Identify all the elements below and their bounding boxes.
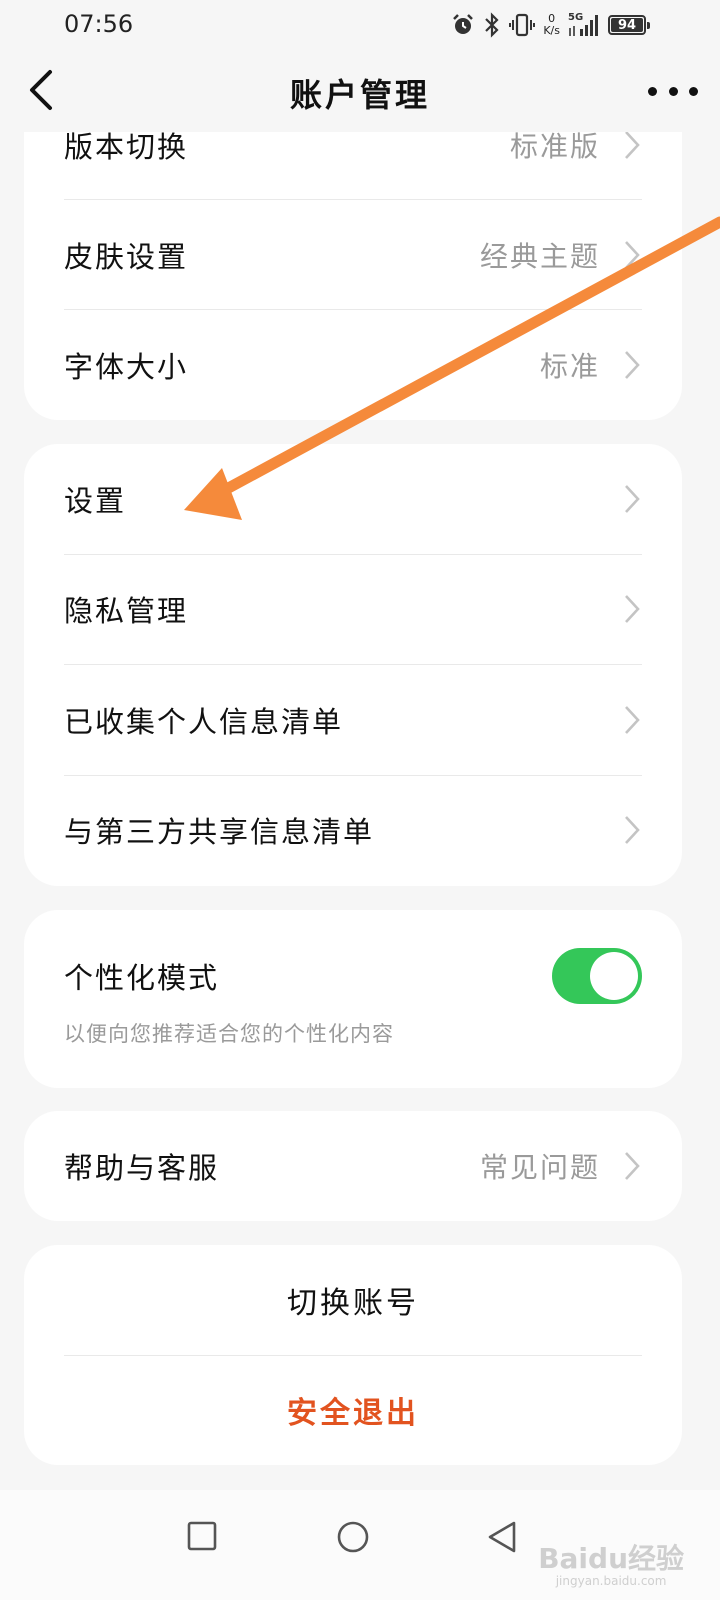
vibrate-icon <box>509 13 536 37</box>
chevron-right-icon <box>625 131 640 159</box>
skin-settings-value: 经典主题 <box>479 240 600 273</box>
status-time: 07:56 <box>64 10 134 38</box>
skin-settings-row[interactable]: 皮肤设置 经典主题 <box>64 200 642 310</box>
switch-account-button[interactable]: 切换账号 <box>64 1245 642 1355</box>
chevron-right-icon <box>625 706 640 734</box>
header: 账户管理 <box>0 50 720 132</box>
chevron-right-icon <box>625 595 640 623</box>
chevron-right-icon <box>625 351 640 379</box>
toggle-knob <box>590 952 638 1000</box>
personalization-description: 以便向您推荐适合您的个性化内容 <box>64 1022 394 1046</box>
logout-button[interactable]: 安全退出 <box>64 1355 642 1465</box>
collected-info-list-label: 已收集个人信息清单 <box>64 705 344 739</box>
watermark-text: Baidu经验 <box>538 1542 684 1575</box>
back-triangle-icon[interactable] <box>486 1520 518 1554</box>
third-party-sharing-label: 与第三方共享信息清单 <box>64 815 375 849</box>
signal-icon: 5G <box>568 12 600 38</box>
alarm-icon <box>453 14 474 34</box>
watermark-url: jingyan.baidu.com <box>555 1574 667 1588</box>
home-icon[interactable] <box>336 1520 370 1554</box>
settings-row[interactable]: 设置 <box>64 444 642 554</box>
recent-apps-icon[interactable] <box>186 1520 218 1552</box>
account-actions-card: 切换账号 安全退出 <box>24 1245 682 1465</box>
battery-icon: 94 <box>608 15 650 35</box>
collected-info-list-row[interactable]: 已收集个人信息清单 <box>64 665 642 775</box>
skin-settings-label: 皮肤设置 <box>64 240 189 274</box>
baidu-watermark: Baidu经验 jingyan.baidu.com <box>538 1542 684 1589</box>
personalization-label: 个性化模式 <box>64 961 220 995</box>
help-support-row[interactable]: 帮助与客服 常见问题 <box>64 1111 642 1221</box>
page-title: 账户管理 <box>289 76 430 114</box>
status-bar: 07:56 0 K/s 5G 94 <box>0 0 720 50</box>
font-size-row[interactable]: 字体大小 标准 <box>64 310 642 420</box>
navigation-bar: Baidu经验 jingyan.baidu.com <box>0 1490 720 1600</box>
help-card: 帮助与客服 常见问题 <box>24 1111 682 1221</box>
display-settings-card: 版本切换 标准版 皮肤设置 经典主题 字体大小 标准 <box>24 90 682 420</box>
more-dots-icon <box>648 86 657 96</box>
personalization-toggle[interactable] <box>552 948 642 1004</box>
help-support-label: 帮助与客服 <box>64 1151 220 1185</box>
privacy-management-row[interactable]: 隐私管理 <box>64 554 642 664</box>
battery-level: 94 <box>617 17 637 33</box>
third-party-sharing-row[interactable]: 与第三方共享信息清单 <box>64 775 642 885</box>
net-speed: 0 K/s <box>543 13 560 37</box>
settings-privacy-card: 设置 隐私管理 已收集个人信息清单 与第三方共享信息清单 <box>24 444 682 886</box>
net-speed-unit: K/s <box>543 24 560 37</box>
font-size-value: 标准 <box>539 350 600 383</box>
chevron-right-icon <box>625 241 640 269</box>
chevron-right-icon <box>625 816 640 844</box>
more-button[interactable] <box>648 76 698 106</box>
chevron-right-icon <box>625 1152 640 1180</box>
privacy-management-label: 隐私管理 <box>64 594 189 628</box>
settings-label: 设置 <box>64 484 127 518</box>
status-icons: 0 K/s 5G 94 <box>451 8 650 42</box>
font-size-label: 字体大小 <box>64 350 189 384</box>
bluetooth-icon <box>485 12 499 38</box>
personalization-card: 个性化模式 以便向您推荐适合您的个性化内容 <box>24 910 682 1088</box>
chevron-right-icon <box>625 485 640 513</box>
faq-value: 常见问题 <box>479 1151 600 1184</box>
